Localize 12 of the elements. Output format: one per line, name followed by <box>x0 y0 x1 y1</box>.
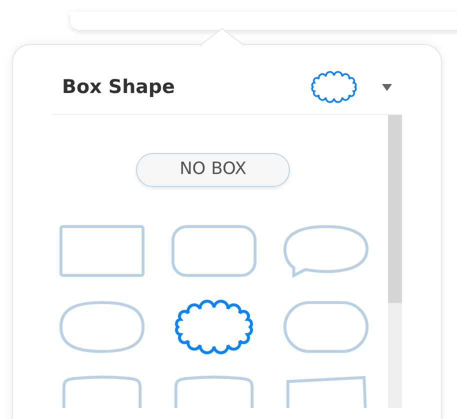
shape-icon <box>282 223 370 279</box>
selected-shape-icon <box>308 71 360 103</box>
shape-icon <box>58 299 146 355</box>
shape-icon <box>170 223 258 279</box>
shape-dropdown[interactable] <box>308 71 392 103</box>
shape-icon <box>58 223 146 279</box>
popover-arrow <box>200 28 244 46</box>
caret-icon <box>382 84 392 90</box>
panel-title: Box Shape <box>62 74 175 100</box>
shape-icon <box>282 299 370 355</box>
no-box-button[interactable]: NO BOX <box>136 153 290 187</box>
scrollbar-thumb[interactable] <box>388 115 402 303</box>
